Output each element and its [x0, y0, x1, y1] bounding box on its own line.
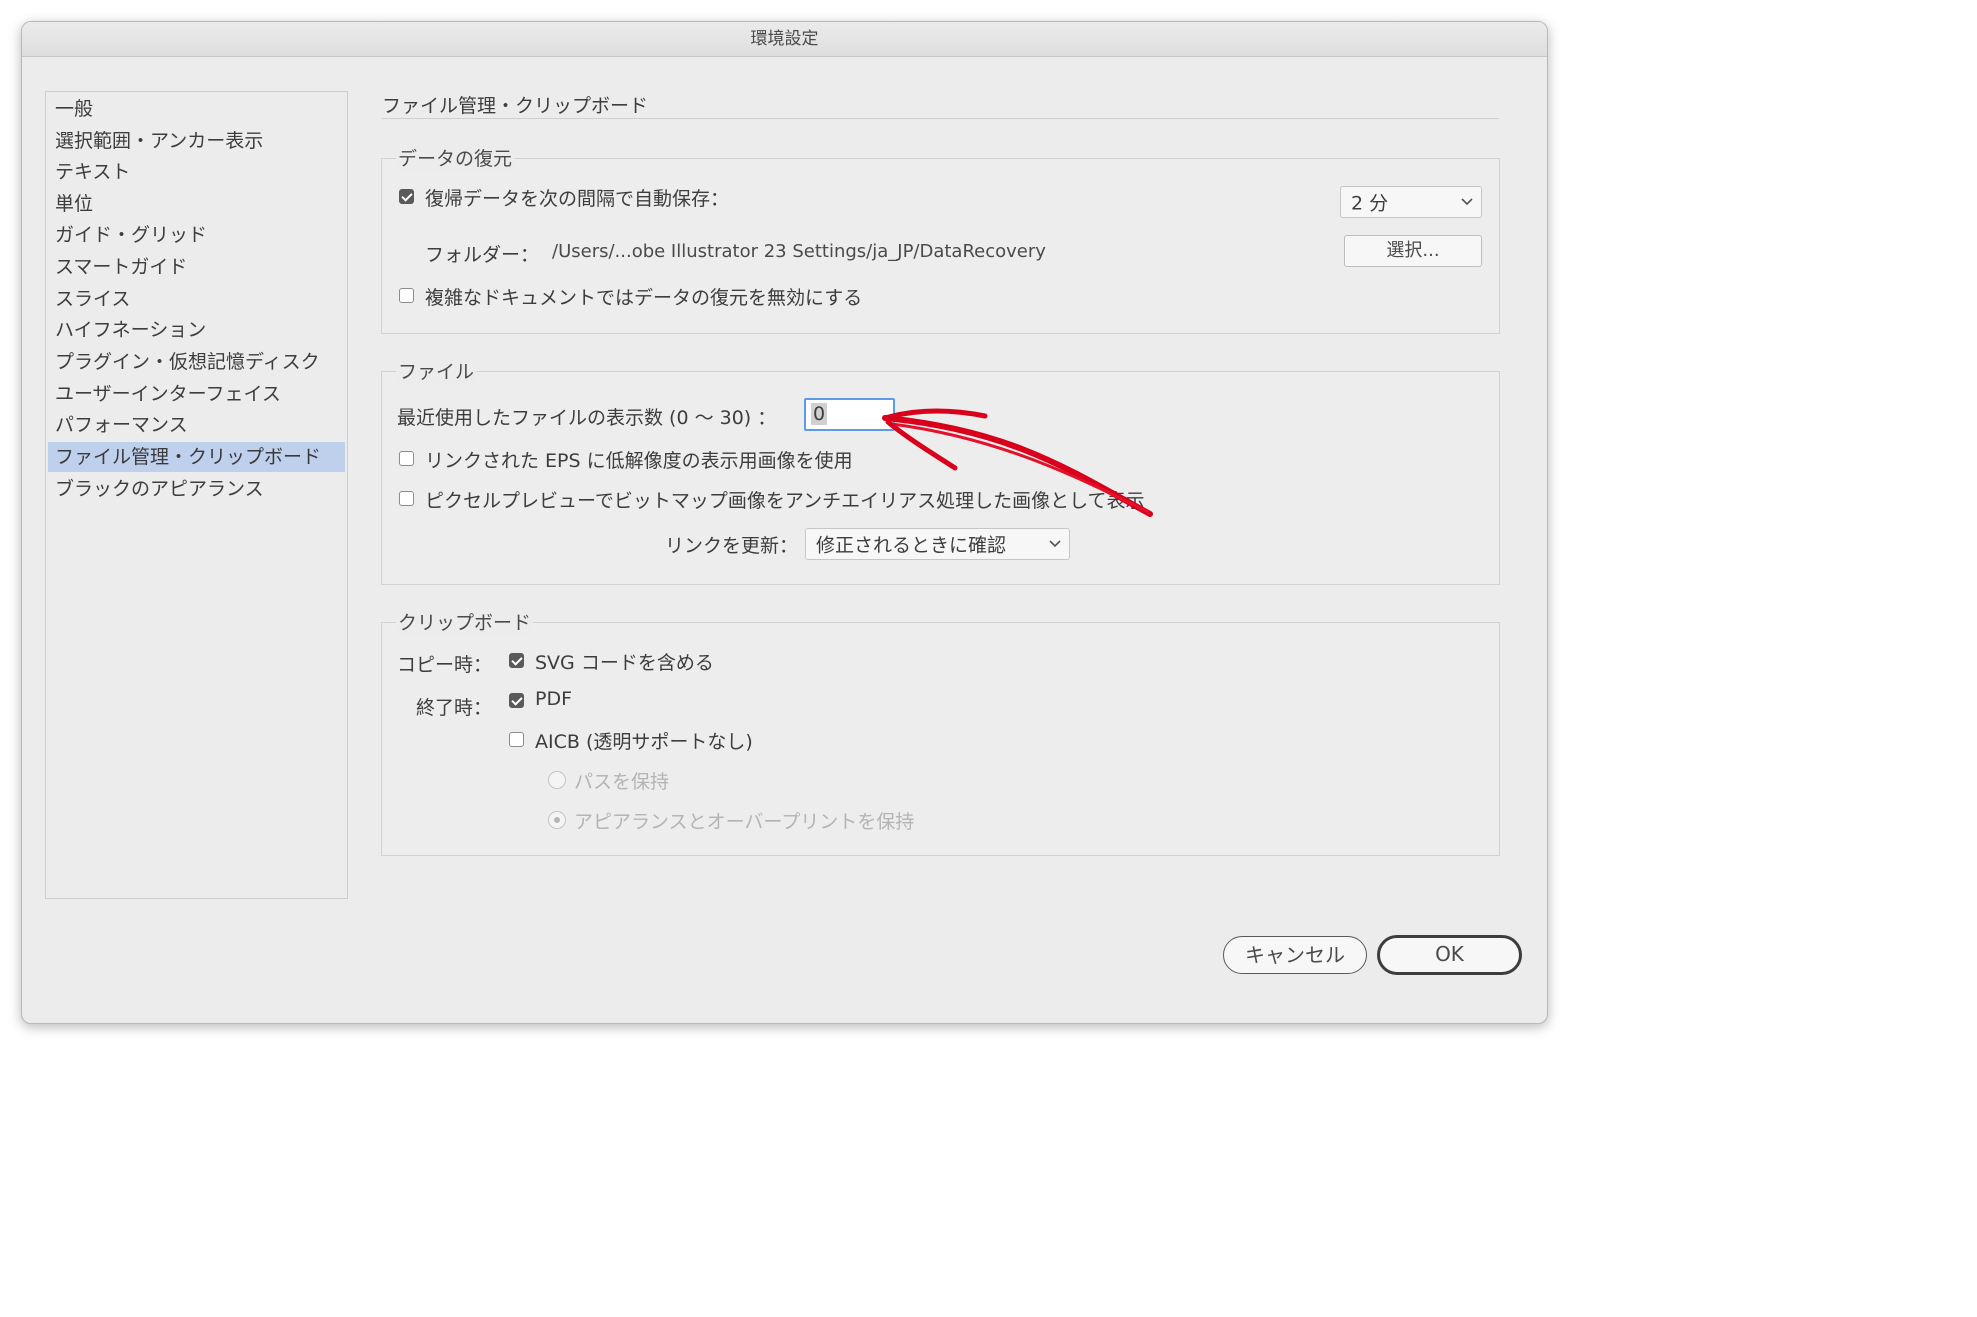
sidebar-item-general[interactable]: 一般	[48, 94, 345, 124]
pixel-preview-checkbox[interactable]	[399, 491, 414, 506]
sidebar-item-user-interface[interactable]: ユーザーインターフェイス	[48, 379, 345, 409]
autosave-label: 復帰データを次の間隔で自動保存：	[425, 188, 730, 210]
preserve-paths-label: パスを保持	[574, 771, 670, 793]
disable-complex-checkbox[interactable]	[399, 288, 414, 303]
update-links-select[interactable]: 修正されるときに確認	[805, 528, 1070, 560]
folder-label: フォルダー：	[425, 244, 540, 266]
on-quit-label: 終了時：	[416, 697, 493, 719]
files-legend: ファイル	[396, 357, 477, 384]
preserve-paths-radio[interactable]	[548, 771, 566, 789]
sidebar-item-hyphenation[interactable]: ハイフネーション	[48, 315, 345, 345]
recent-files-value: 0	[811, 403, 828, 425]
recent-files-label: 最近使用したファイルの表示数 (0 〜 30) ：	[397, 407, 777, 429]
clipboard-legend: クリップボード	[396, 608, 534, 635]
sidebar: 一般 選択範囲・アンカー表示 テキスト 単位 ガイド・グリッド スマートガイド …	[45, 91, 348, 899]
on-copy-label: コピー時：	[397, 654, 493, 676]
sidebar-item-guides-grid[interactable]: ガイド・グリッド	[48, 220, 345, 250]
update-links-label: リンクを更新：	[665, 535, 799, 557]
autosave-interval-value: 2 分	[1351, 192, 1389, 215]
sidebar-item-file-handling[interactable]: ファイル管理・クリップボード	[48, 442, 345, 472]
aicb-label: AICB (透明サポートなし)	[535, 731, 753, 753]
cancel-button[interactable]: キャンセル	[1223, 936, 1367, 974]
sidebar-item-smart-guides[interactable]: スマートガイド	[48, 252, 345, 282]
sidebar-item-text[interactable]: テキスト	[48, 157, 345, 187]
recent-files-input[interactable]: 0	[804, 398, 895, 431]
sidebar-item-selection-anchor[interactable]: 選択範囲・アンカー表示	[48, 126, 345, 156]
chevron-down-icon	[1049, 540, 1061, 548]
data-recovery-legend: データの復元	[396, 144, 515, 171]
pdf-checkbox[interactable]	[509, 693, 524, 708]
preserve-appearance-label: アピアランスとオーバープリントを保持	[574, 811, 915, 833]
ok-button[interactable]: OK	[1377, 935, 1522, 975]
update-links-value: 修正されるときに確認	[816, 534, 1007, 557]
disable-complex-label: 複雑なドキュメントではデータの復元を無効にする	[425, 287, 863, 309]
window-title: 環境設定	[22, 22, 1547, 57]
autosave-checkbox[interactable]	[399, 189, 414, 204]
choose-folder-button[interactable]: 選択...	[1344, 235, 1482, 267]
pdf-label: PDF	[535, 688, 573, 710]
sidebar-item-performance[interactable]: パフォーマンス	[48, 410, 345, 440]
title-divider	[382, 118, 1499, 119]
sidebar-item-black-appearance[interactable]: ブラックのアピアランス	[48, 474, 345, 504]
sidebar-item-units[interactable]: 単位	[48, 189, 345, 219]
autosave-interval-select[interactable]: 2 分	[1340, 186, 1482, 218]
aicb-checkbox[interactable]	[509, 732, 524, 747]
pixel-preview-label: ピクセルプレビューでビットマップ画像をアンチエイリアス処理した画像として表示	[425, 490, 1145, 512]
low-res-eps-checkbox[interactable]	[399, 451, 414, 466]
sidebar-item-plugins-scratch[interactable]: プラグイン・仮想記憶ディスク	[48, 347, 345, 377]
sidebar-item-slices[interactable]: スライス	[48, 284, 345, 314]
low-res-eps-label: リンクされた EPS に低解像度の表示用画像を使用	[425, 450, 853, 472]
svg-code-label: SVG コードを含める	[535, 652, 714, 674]
chevron-down-icon	[1461, 198, 1473, 206]
page-title: ファイル管理・クリップボード	[382, 95, 649, 117]
svg-code-checkbox[interactable]	[509, 653, 524, 668]
folder-path: /Users/...obe Illustrator 23 Settings/ja…	[552, 241, 1046, 262]
preserve-appearance-radio[interactable]	[548, 811, 566, 829]
